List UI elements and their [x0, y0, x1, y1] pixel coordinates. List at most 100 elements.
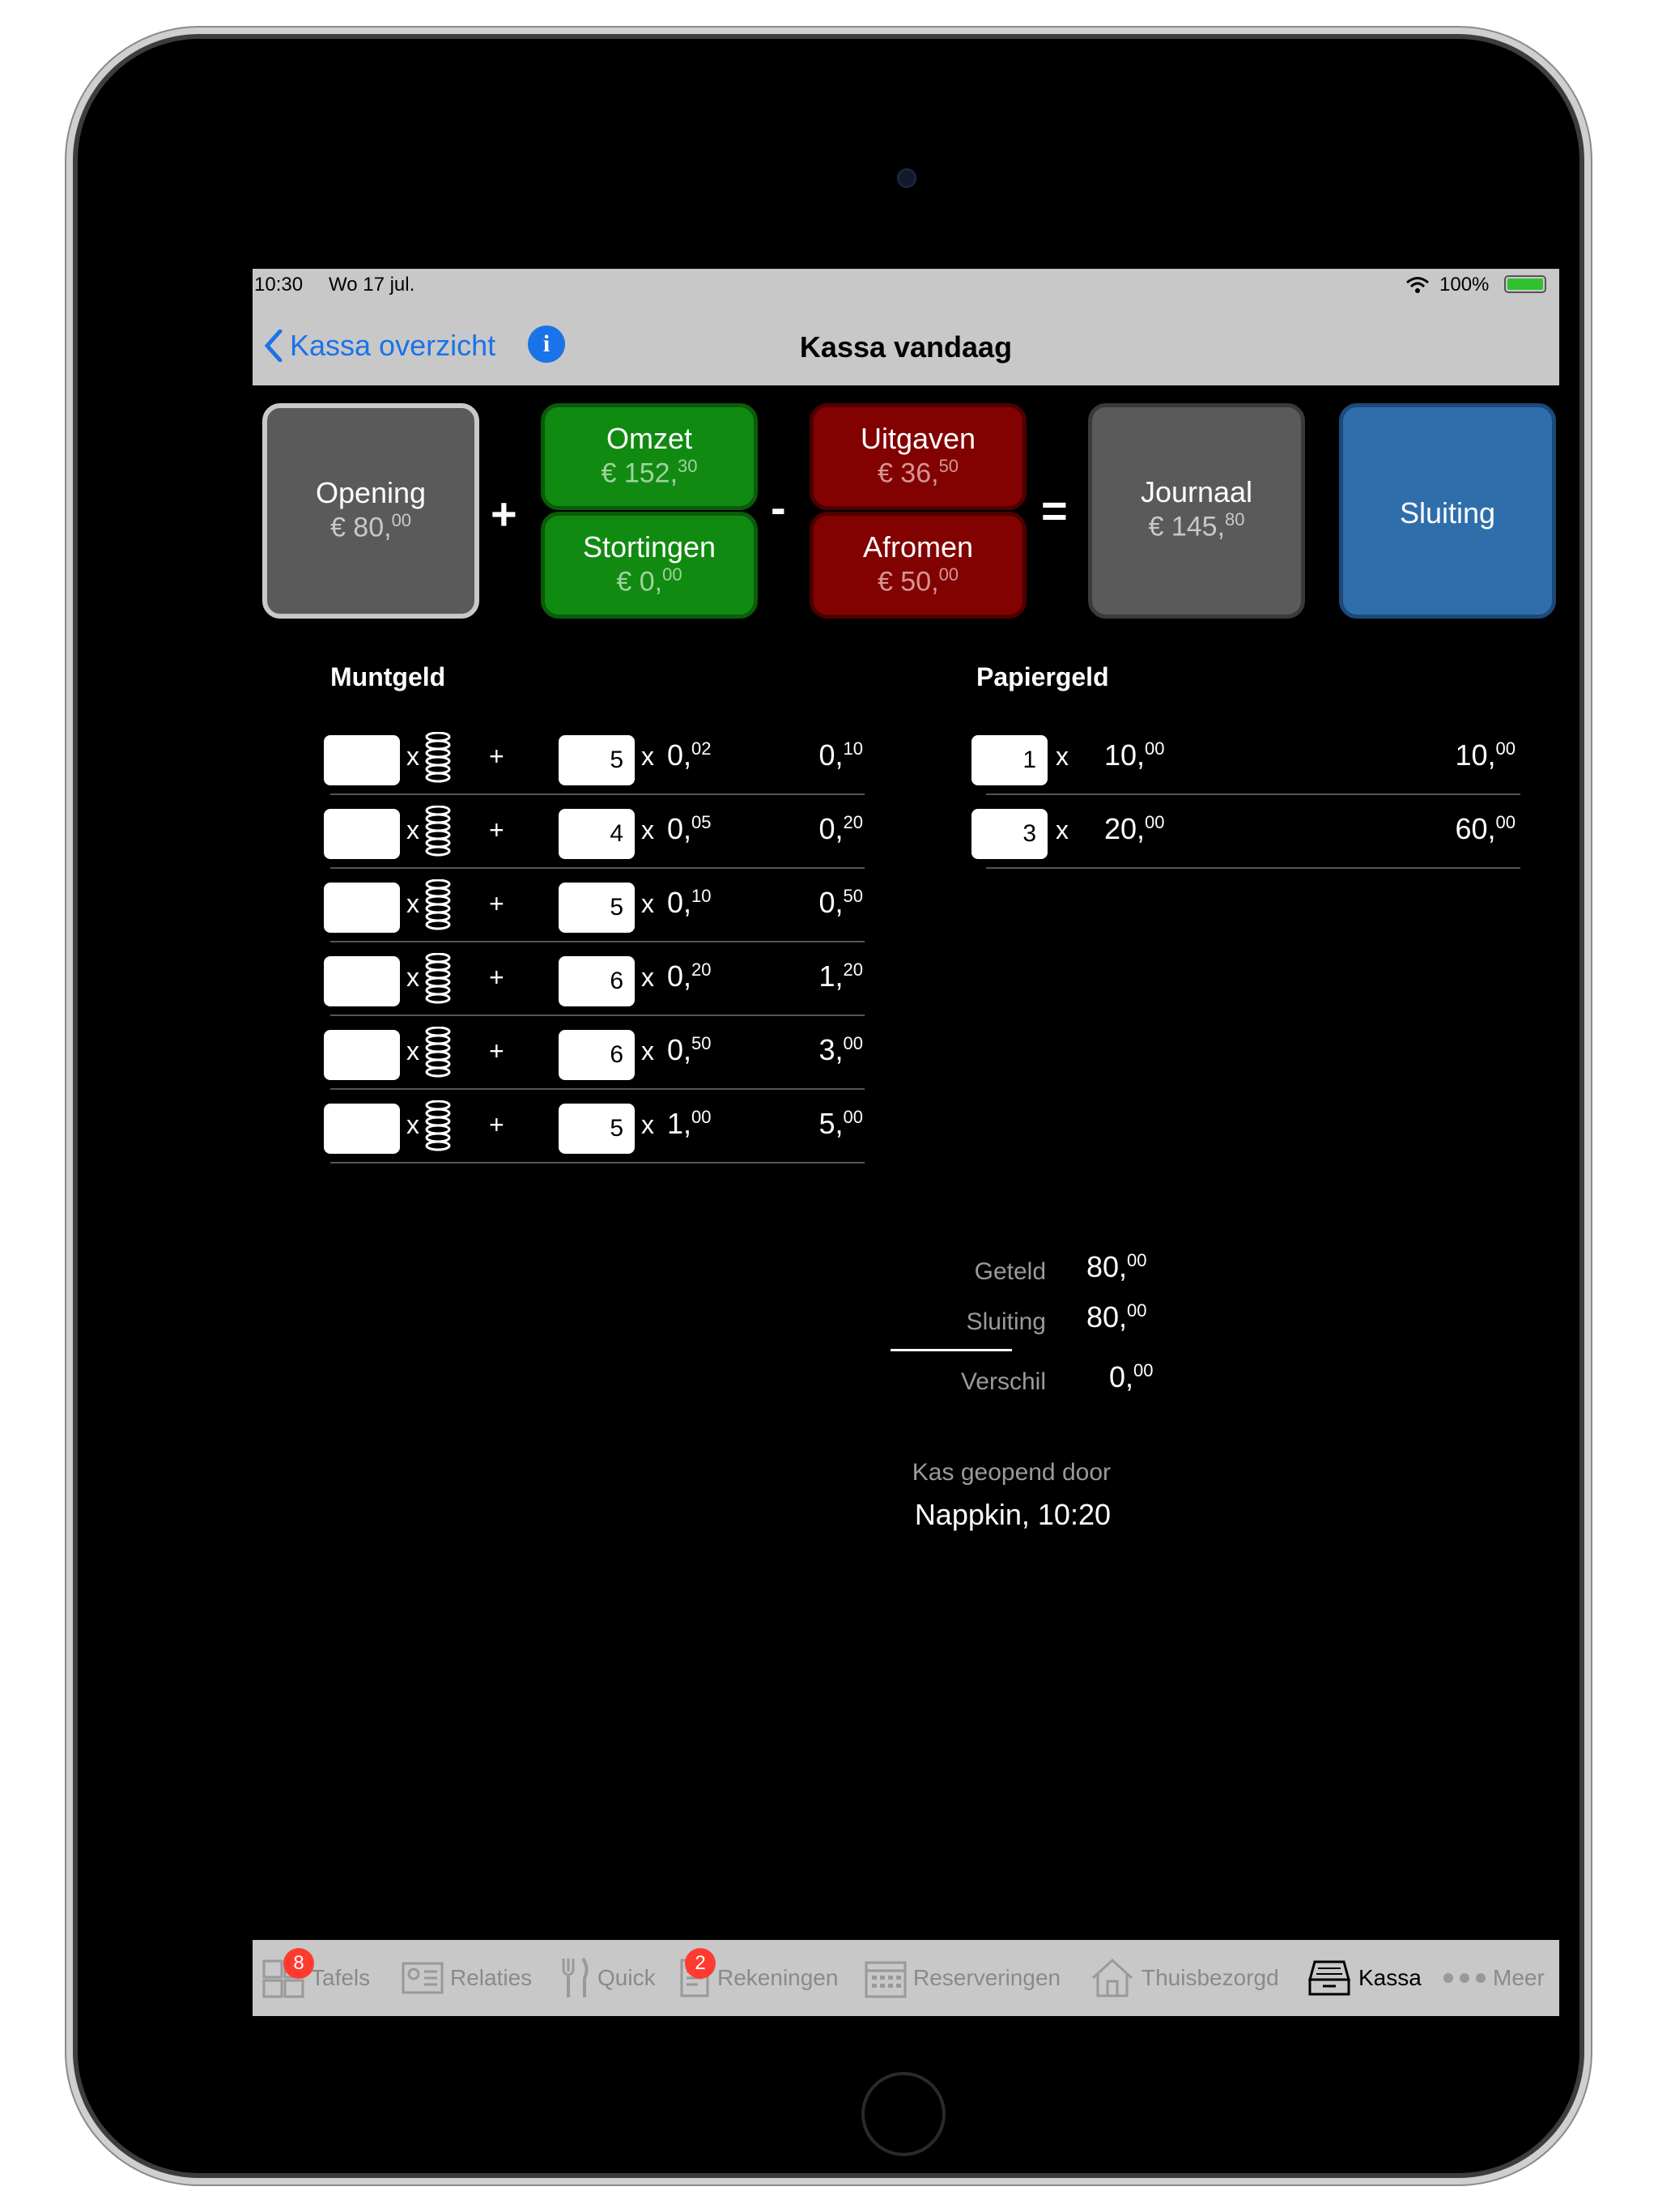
coin-roll-count-input[interactable]	[324, 809, 400, 859]
multiply-sign: x	[1056, 742, 1069, 771]
sluiting-total-label: Sluiting	[966, 1308, 1046, 1335]
coin-count-input[interactable]: 5	[559, 883, 635, 933]
multiply-sign: x	[641, 963, 654, 992]
coin-denomination: 0,20	[667, 959, 712, 993]
geteld-label: Geteld	[974, 1258, 1046, 1285]
multiply-sign: x	[406, 963, 419, 992]
tab-rekeningen[interactable]: Rekeningen 2	[678, 1940, 838, 2016]
coin-roll-count-input[interactable]	[324, 1104, 400, 1154]
tab-meer[interactable]: Meer	[1443, 1940, 1545, 2016]
multiply-sign: x	[641, 1036, 654, 1066]
tab-kassa-label: Kassa	[1358, 1965, 1422, 1990]
uitgaven-value: € 36,50	[877, 456, 959, 489]
multiply-sign: x	[406, 1036, 419, 1066]
camera	[897, 168, 916, 188]
omzet-label: Omzet	[606, 422, 692, 455]
bill-denomination: 10,00	[1104, 738, 1165, 772]
more-dots-icon	[1443, 1973, 1486, 1983]
coin-denomination: 0,50	[667, 1033, 712, 1066]
tab-reserveringen-label: Reserveringen	[913, 1965, 1061, 1990]
plus-sign: +	[489, 815, 504, 844]
bill-count-input[interactable]: 3	[971, 809, 1048, 859]
uitgaven-label: Uitgaven	[860, 422, 976, 455]
row-divider	[330, 867, 865, 869]
sluiting-total-value: 80,00	[1086, 1300, 1147, 1334]
opening-tile[interactable]: Opening € 80,00	[262, 403, 479, 619]
status-date: Wo 17 jul.	[329, 274, 415, 296]
plus-sign: +	[489, 1110, 504, 1139]
geteld-value: 80,00	[1086, 1250, 1147, 1283]
journaal-label: Journaal	[1140, 475, 1253, 508]
house-delivery-icon	[1091, 1958, 1133, 1997]
stortingen-value: € 0,00	[616, 564, 682, 598]
afromen-tile[interactable]: Afromen € 50,00	[810, 512, 1027, 619]
plus-sign: +	[489, 963, 504, 992]
tab-relaties[interactable]: Relaties	[402, 1940, 532, 2016]
omzet-tile[interactable]: Omzet € 152,30	[541, 403, 758, 510]
wifi-icon	[1406, 277, 1429, 293]
coin-row-total: 3,00	[818, 1033, 863, 1066]
tab-reserveringen[interactable]: Reserveringen	[865, 1940, 1061, 2016]
coin-count-input[interactable]: 4	[559, 809, 635, 859]
stortingen-tile[interactable]: Stortingen € 0,00	[541, 512, 758, 619]
multiply-sign: x	[1056, 815, 1069, 844]
afromen-value: € 50,00	[877, 564, 959, 598]
status-time: 10:30	[254, 274, 304, 296]
coin-stack-icon	[425, 1100, 451, 1151]
tab-tafels[interactable]: Tafels 8	[262, 1940, 370, 2016]
screen: 10:30 Wo 17 jul. 100% Kassa overzicht i …	[253, 269, 1559, 2016]
coin-row-total: 0,50	[818, 886, 863, 919]
home-button[interactable]	[861, 2072, 946, 2156]
coin-count-input[interactable]: 6	[559, 956, 635, 1006]
uitgaven-tile[interactable]: Uitgaven € 36,50	[810, 403, 1027, 510]
multiply-sign: x	[406, 742, 419, 771]
opening-value: € 80,00	[329, 510, 412, 543]
totals-divider	[891, 1349, 1012, 1351]
battery-icon	[1504, 275, 1546, 293]
cash-drawer-icon	[1308, 1960, 1350, 1996]
row-divider	[986, 793, 1520, 795]
plus-sign: +	[489, 889, 504, 918]
journaal-tile[interactable]: Journaal € 145,80	[1088, 403, 1305, 619]
minus-operator: -	[771, 482, 786, 533]
equals-operator: =	[1041, 485, 1068, 536]
status-bar: 10:30 Wo 17 jul. 100%	[253, 269, 1559, 301]
tab-kassa[interactable]: Kassa	[1307, 1940, 1422, 2016]
stortingen-label: Stortingen	[582, 530, 716, 564]
coin-roll-count-input[interactable]	[324, 956, 400, 1006]
coin-denomination: 0,02	[667, 738, 712, 772]
sluiting-button[interactable]: Sluiting	[1339, 403, 1556, 619]
tab-tafels-label: Tafels	[311, 1965, 371, 1990]
tafels-badge: 8	[283, 1948, 314, 1979]
coin-row-total: 0,10	[818, 738, 863, 772]
coin-denomination: 0,10	[667, 886, 712, 919]
plus-sign: +	[489, 742, 504, 771]
omzet-value: € 152,30	[601, 456, 698, 489]
coin-count-input[interactable]: 6	[559, 1030, 635, 1080]
multiply-sign: x	[641, 1110, 654, 1139]
afromen-label: Afromen	[862, 530, 974, 564]
fork-knife-icon	[562, 1957, 589, 1997]
opened-by-value: Nappkin, 10:20	[914, 1498, 1111, 1531]
journaal-value: € 145,80	[1148, 509, 1245, 542]
bill-row-total: 60,00	[1455, 812, 1516, 845]
coin-stack-icon	[425, 805, 451, 857]
coin-roll-count-input[interactable]	[324, 883, 400, 933]
tab-quick-label: Quick	[597, 1965, 656, 1990]
bill-count-input[interactable]: 1	[971, 735, 1048, 785]
coin-count-input[interactable]: 5	[559, 735, 635, 785]
bill-row-total: 10,00	[1455, 738, 1516, 772]
multiply-sign: x	[406, 815, 419, 844]
coin-count-input[interactable]: 5	[559, 1104, 635, 1154]
coin-roll-count-input[interactable]	[324, 1030, 400, 1080]
coin-roll-count-input[interactable]	[324, 735, 400, 785]
verschil-value: 0,00	[1109, 1360, 1154, 1393]
multiply-sign: x	[641, 815, 654, 844]
contact-card-icon	[402, 1962, 444, 1994]
coin-row-total: 0,20	[818, 812, 863, 845]
tab-thuisbezorgd[interactable]: Thuisbezorgd	[1090, 1940, 1279, 2016]
coin-row-total: 1,20	[818, 959, 863, 993]
tab-quick[interactable]: Quick	[559, 1940, 656, 2016]
calendar-icon	[865, 1961, 907, 1998]
row-divider	[330, 1088, 865, 1090]
